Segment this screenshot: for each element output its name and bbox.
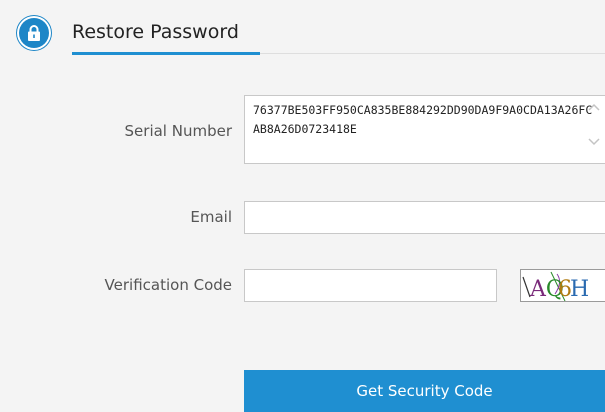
email-field[interactable]	[244, 201, 605, 234]
page-title: Restore Password	[72, 21, 239, 43]
serial-number-label: Serial Number	[124, 122, 232, 140]
lock-icon	[19, 18, 49, 48]
captcha-image[interactable]: AQ6H	[520, 269, 605, 302]
captcha-char-1: A	[529, 277, 547, 302]
captcha-char-4: H	[570, 277, 589, 302]
serial-number-field[interactable]: 76377BE503FF950CA835BE884292DD90DA9F9A0C…	[244, 95, 605, 164]
verification-code-label: Verification Code	[104, 276, 232, 294]
scroll-up-icon[interactable]	[587, 101, 601, 113]
scroll-down-icon[interactable]	[587, 136, 601, 148]
dialog-header: Restore Password	[0, 0, 605, 56]
get-security-code-button[interactable]: Get Security Code	[244, 370, 605, 412]
title-underline	[72, 52, 260, 55]
verification-code-field[interactable]	[244, 269, 497, 302]
captcha-text: AQ6H	[529, 277, 589, 302]
email-label: Email	[190, 208, 232, 226]
serial-number-value[interactable]: 76377BE503FF950CA835BE884292DD90DA9F9A0C…	[253, 101, 593, 139]
